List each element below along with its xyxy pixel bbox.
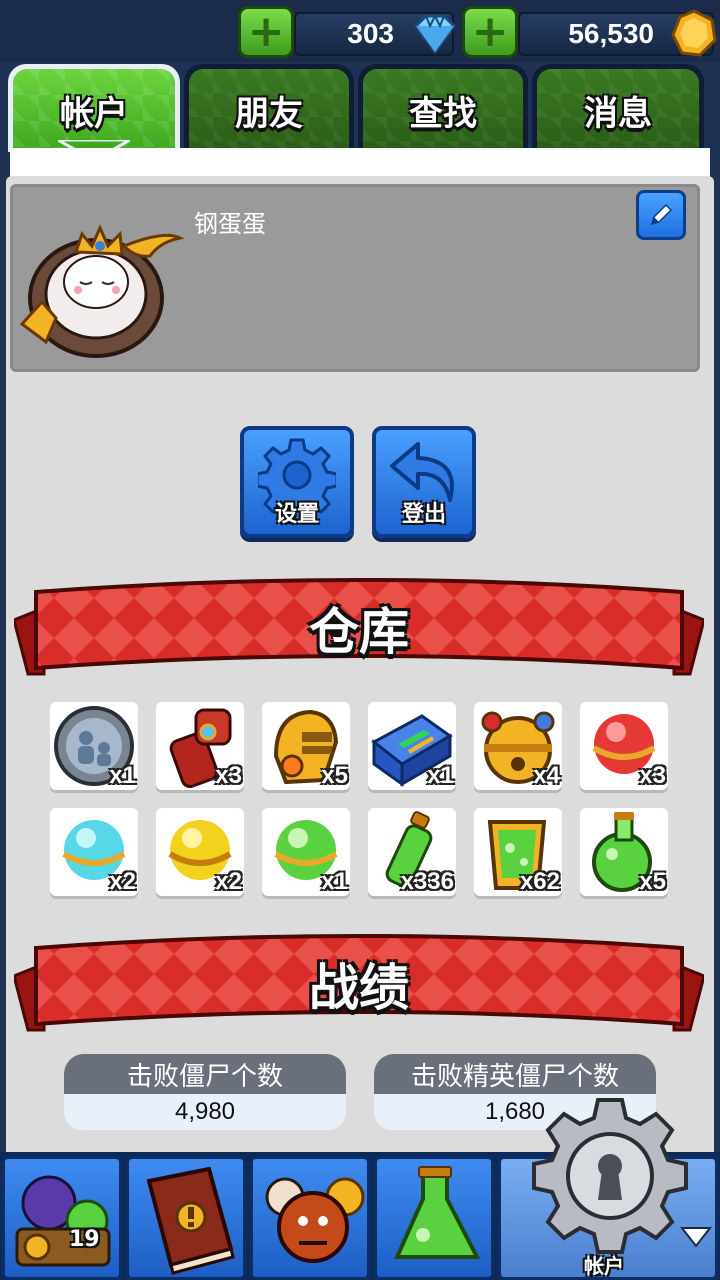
item-count: x62 [519, 868, 560, 895]
warehouse-ribbon: 仓库 [14, 578, 704, 698]
stat-value: 4,980 [64, 1094, 346, 1130]
item-count: x2 [109, 868, 136, 895]
stat-label: 击败僵尸个数 [64, 1054, 346, 1094]
tab-search-label: 查找 [363, 69, 523, 152]
nav-shop[interactable]: 19 [2, 1156, 122, 1280]
nav-account-label: 帐户 [584, 1254, 624, 1278]
item-count: x2 [215, 868, 242, 895]
item-count: x1 [427, 762, 454, 789]
shop-badge-count: 19 [69, 1227, 100, 1252]
tab-friends[interactable]: 朋友 [184, 64, 354, 152]
item-slot[interactable]: x2 [50, 808, 138, 896]
item-slot[interactable]: x4 [474, 702, 562, 790]
add-gems-button[interactable]: + [238, 6, 294, 58]
item-count: x4 [533, 762, 560, 789]
record-ribbon: 战绩 [14, 934, 704, 1054]
item-count: x3 [215, 762, 242, 789]
edit-profile-button[interactable] [636, 190, 686, 240]
tab-search[interactable]: 查找 [358, 64, 528, 152]
nav-potions[interactable] [374, 1156, 494, 1280]
item-slot[interactable]: x1 [368, 702, 456, 790]
tab-friends-label: 朋友 [189, 69, 349, 152]
item-count: x3 [639, 762, 666, 789]
tab-messages-label: 消息 [537, 69, 699, 152]
nav-heroes[interactable] [250, 1156, 370, 1280]
diamond-icon [414, 13, 456, 55]
plus-icon: + [247, 6, 285, 57]
pencil-icon [650, 203, 673, 226]
item-count: x5 [639, 868, 666, 895]
username: 钢蛋蛋 [194, 210, 266, 238]
settings-button[interactable]: 设置 [240, 426, 354, 538]
item-slot[interactable]: x5 [262, 702, 350, 790]
item-count: x5 [321, 762, 348, 789]
item-slot[interactable]: x336 [368, 808, 456, 896]
add-coins-button[interactable]: + [462, 6, 518, 58]
gems-value: 303 [347, 18, 394, 49]
stat-label: 击败精英僵尸个数 [374, 1054, 656, 1094]
item-slot[interactable]: x1 [50, 702, 138, 790]
book-icon [146, 1166, 235, 1275]
gold-coin-icon [671, 9, 717, 57]
heroes-group-icon [265, 1177, 365, 1263]
warehouse-title: 仓库 [309, 603, 409, 661]
crowned-egg-avatar-icon[interactable] [16, 206, 186, 366]
item-count: x1 [321, 868, 348, 895]
item-slot[interactable]: x62 [474, 808, 562, 896]
item-slot[interactable]: x2 [156, 808, 244, 896]
tab-account[interactable]: 帐户 [8, 64, 180, 152]
item-slot[interactable]: x5 [580, 808, 668, 896]
chevron-down-icon[interactable] [680, 1226, 712, 1248]
tab-messages[interactable]: 消息 [532, 64, 704, 152]
coins-value: 56,530 [568, 18, 654, 49]
locked-gear-icon [532, 1098, 688, 1254]
stat-zombies-killed: 击败僵尸个数 4,980 [64, 1054, 346, 1130]
nav-book[interactable] [126, 1156, 246, 1280]
treasure-bag-icon [15, 1175, 111, 1267]
settings-label: 设置 [274, 502, 319, 527]
item-slot[interactable]: x1 [262, 808, 350, 896]
plus-icon: + [471, 6, 509, 57]
record-title: 战绩 [309, 959, 409, 1017]
item-count: x1 [109, 762, 136, 789]
logout-label: 登出 [401, 502, 446, 527]
potion-flask-icon [393, 1166, 481, 1259]
item-count: x336 [400, 868, 454, 895]
logout-button[interactable]: 登出 [372, 426, 476, 538]
item-slot[interactable]: x3 [156, 702, 244, 790]
item-slot[interactable]: x3 [580, 702, 668, 790]
